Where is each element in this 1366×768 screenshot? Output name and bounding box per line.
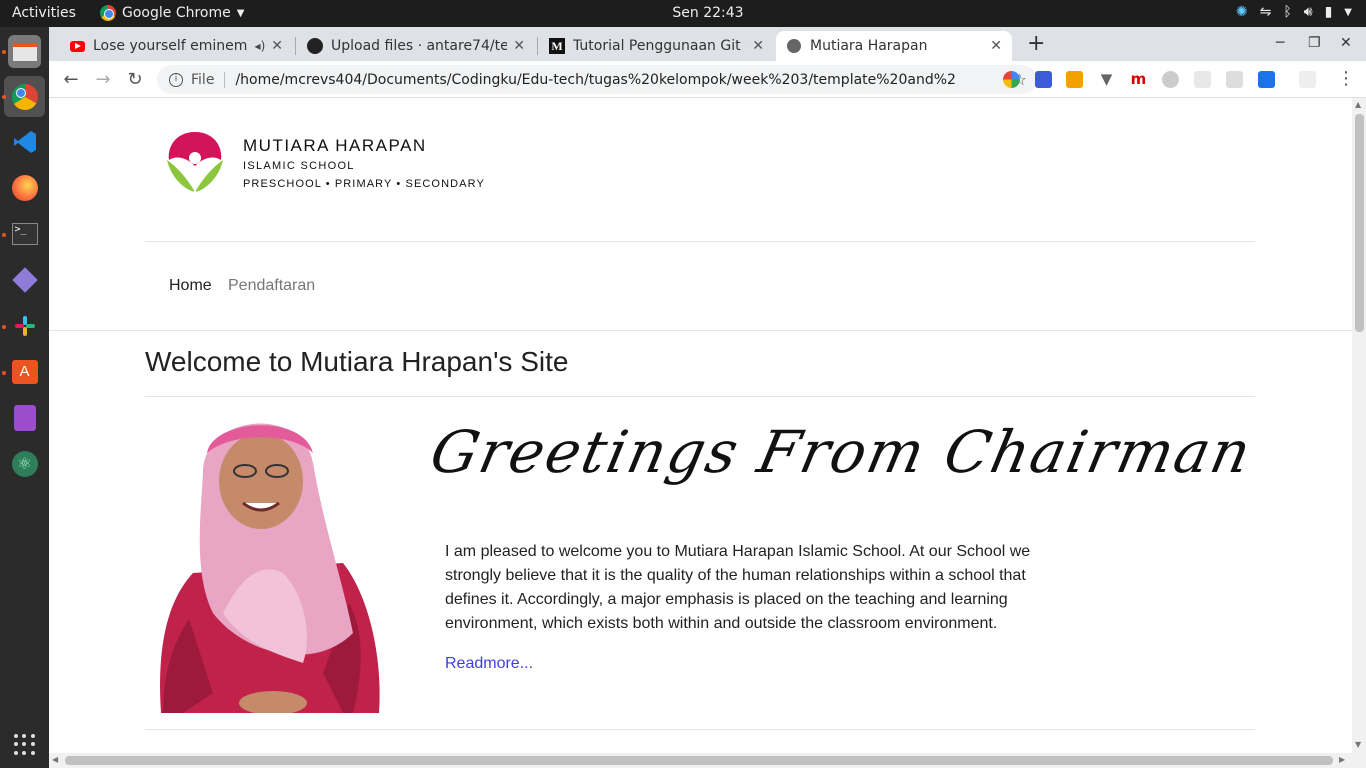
page-title: Welcome to Mutiara Hrapan's Site <box>145 346 569 377</box>
divider <box>145 396 1255 397</box>
running-indicator <box>2 371 6 375</box>
chrome-icon <box>11 83 38 110</box>
chairman-intro-text: I am pleased to welcome you to Mutiara H… <box>445 543 1031 632</box>
weather-icon: ✺ <box>1235 4 1248 20</box>
new-tab-button[interactable]: + <box>1027 31 1045 56</box>
extension-icon[interactable] <box>1299 71 1316 88</box>
tab-medium[interactable]: M Tutorial Penggunaan Git & ✕ <box>539 31 774 61</box>
close-icon[interactable]: ✕ <box>513 38 525 54</box>
system-top-bar: Activities Google Chrome ▼ Sen 22:43 ✺ ⇋… <box>0 0 1366 27</box>
scheme-label: File <box>191 71 215 88</box>
git-app-icon[interactable] <box>8 263 41 296</box>
minimize-button[interactable]: ─ <box>1276 35 1284 51</box>
url-text[interactable]: /home/mcrevs404/Documents/Codingku/Edu-t… <box>235 72 955 88</box>
brand-tagline: PRESCHOOL • PRIMARY • SECONDARY <box>243 178 485 190</box>
network-icon: ⇋ <box>1259 4 1272 20</box>
forward-button[interactable]: → <box>91 67 115 91</box>
chrome-dock-icon[interactable] <box>4 76 45 117</box>
extension-icon[interactable] <box>1035 71 1052 88</box>
horizontal-scrollbar[interactable]: ◀ ▶ <box>49 753 1366 768</box>
tab-github[interactable]: Upload files · antare74/te ✕ <box>297 31 535 61</box>
scrollbar-thumb[interactable] <box>1355 114 1364 332</box>
scrollbar-thumb[interactable] <box>65 756 1333 765</box>
nav-divider <box>49 330 1352 331</box>
tab-title: Upload files · antare74/te <box>331 38 508 54</box>
translate-icon[interactable] <box>1226 71 1243 88</box>
extension-icon[interactable] <box>1066 71 1083 88</box>
brand-name: MUTIARA HARAPAN <box>243 136 427 155</box>
school-logo-icon <box>167 132 223 192</box>
github-icon <box>307 38 323 54</box>
greeting-heading: Greetings From Chairman <box>424 418 1259 486</box>
vscode-icon[interactable] <box>8 125 41 158</box>
medium-icon: M <box>549 38 565 54</box>
nav-home[interactable]: Home <box>169 277 212 295</box>
extension-m-icon[interactable]: m <box>1130 71 1147 88</box>
audio-playing-icon: ◂) <box>254 39 266 53</box>
running-indicator <box>2 233 6 237</box>
tab-title: Tutorial Penggunaan Git & <box>573 38 747 54</box>
files-icon[interactable] <box>8 35 41 68</box>
database-icon[interactable] <box>8 401 41 434</box>
close-icon[interactable]: ✕ <box>271 38 283 54</box>
chairman-photo <box>160 423 380 713</box>
browser-toolbar: ← → ↻ i File /home/mcrevs404/Documents/C… <box>49 61 1366 98</box>
firefox-icon[interactable] <box>8 171 41 204</box>
system-tray[interactable]: ✺ ⇋ ᛒ 🔊︎ ▮ ▼ <box>1236 4 1352 20</box>
dock: >_ A ⚛ <box>0 27 49 768</box>
divider <box>145 729 1255 730</box>
brand-logo[interactable]: MUTIARA HARAPAN ISLAMIC SCHOOL PRESCHOOL… <box>161 130 541 196</box>
tab-title: Lose yourself eminem <box>93 38 248 54</box>
maximize-button[interactable]: ❐ <box>1308 35 1321 51</box>
chevron-down-icon: ▼ <box>1344 6 1352 18</box>
divider <box>145 241 1255 242</box>
extension-icon[interactable] <box>1162 71 1179 88</box>
clock[interactable]: Sen 22:43 <box>0 5 1366 21</box>
tab-title: Mutiara Harapan <box>810 38 928 54</box>
tab-youtube[interactable]: Lose yourself eminem ◂) ✕ <box>59 31 293 61</box>
back-button[interactable]: ← <box>59 67 83 91</box>
show-applications-icon[interactable] <box>14 734 35 755</box>
slack-icon[interactable] <box>8 309 41 342</box>
info-icon[interactable]: i <box>169 72 183 87</box>
readmore-link[interactable]: Readmore... <box>445 655 533 673</box>
globe-icon <box>786 38 802 54</box>
tab-strip: Lose yourself eminem ◂) ✕ Upload files ·… <box>49 27 1366 61</box>
bluetooth-icon: ᛒ <box>1283 4 1292 20</box>
vue-devtools-icon[interactable]: ▼ <box>1098 71 1115 88</box>
volume-icon: 🔊︎ <box>1303 4 1313 20</box>
battery-icon: ▮ <box>1324 4 1333 20</box>
close-icon[interactable]: ✕ <box>990 38 1002 54</box>
reload-button[interactable]: ↻ <box>123 67 147 91</box>
close-window-button[interactable]: ✕ <box>1340 35 1352 51</box>
brand-subtitle: ISLAMIC SCHOOL <box>243 160 355 172</box>
software-center-icon[interactable]: A <box>8 355 41 388</box>
vertical-scrollbar[interactable]: ▲ ▼ <box>1352 98 1366 753</box>
atom-icon[interactable]: ⚛ <box>8 447 41 480</box>
running-indicator <box>2 50 6 54</box>
page-viewport: MUTIARA HARAPAN ISLAMIC SCHOOL PRESCHOOL… <box>49 98 1352 753</box>
running-indicator <box>2 325 6 329</box>
main-nav: Home Pendaftaran <box>169 277 469 299</box>
terminal-icon[interactable]: >_ <box>8 217 41 250</box>
running-indicator <box>2 95 6 99</box>
youtube-icon <box>69 38 85 54</box>
menu-dots-icon[interactable]: ⋮ <box>1337 68 1355 89</box>
extension-icon[interactable] <box>1003 71 1020 88</box>
extension-icon[interactable] <box>1194 71 1211 88</box>
nav-pendaftaran[interactable]: Pendaftaran <box>228 277 315 295</box>
address-bar[interactable]: i File /home/mcrevs404/Documents/Codingk… <box>157 65 1037 94</box>
close-icon[interactable]: ✕ <box>752 38 764 54</box>
tab-mutiara-harapan[interactable]: Mutiara Harapan ✕ <box>776 31 1012 61</box>
download-icon[interactable] <box>1258 71 1275 88</box>
